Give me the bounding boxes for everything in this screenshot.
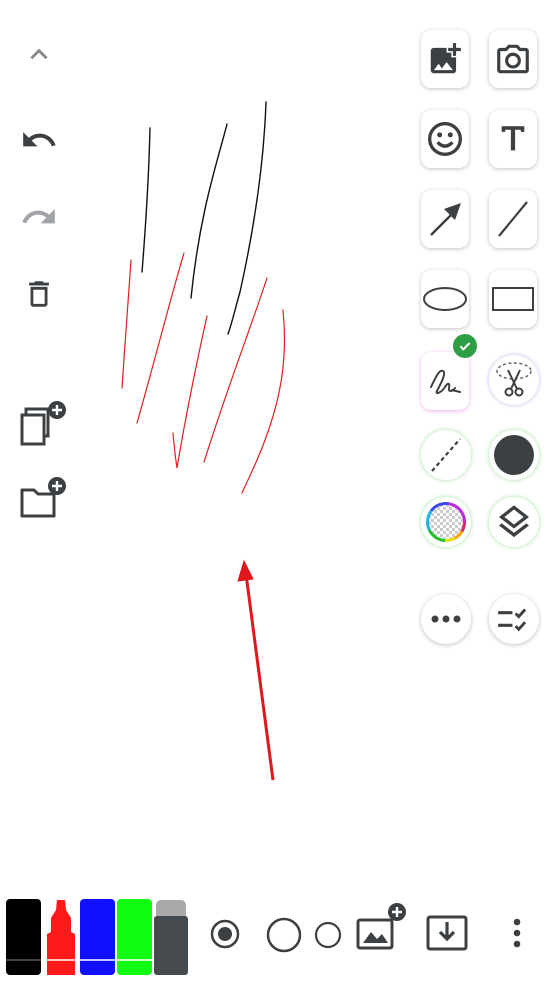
red-stroke-1 xyxy=(121,259,132,389)
ellipse-tool-icon xyxy=(423,287,467,311)
save-download-icon[interactable] xyxy=(425,914,469,954)
lasso-cut-button[interactable] xyxy=(489,355,539,405)
red-arrow xyxy=(237,559,275,781)
selected-check-icon xyxy=(453,334,477,358)
dashed-line-button[interactable] xyxy=(421,430,471,480)
add-page-button[interactable] xyxy=(18,400,70,452)
add-image-button[interactable] xyxy=(421,30,469,88)
arrow-tool-button[interactable] xyxy=(421,190,469,248)
black-strokes xyxy=(141,101,267,335)
checklist-button[interactable] xyxy=(489,594,539,644)
marker-black[interactable] xyxy=(6,898,42,976)
add-background-image-icon[interactable] xyxy=(354,902,410,954)
brush-size-small[interactable] xyxy=(313,920,343,950)
more-tools-button[interactable] xyxy=(421,594,471,644)
drawing-canvas[interactable] xyxy=(0,0,554,890)
lasso-cut-icon xyxy=(496,362,532,397)
layers-icon xyxy=(499,505,529,538)
black-stroke-1 xyxy=(141,127,151,273)
more-icon xyxy=(431,615,461,623)
red-stroke-5 xyxy=(241,309,286,494)
fill-circle-icon xyxy=(494,435,534,475)
red-stroke-2 xyxy=(136,252,185,424)
collapse-up-button[interactable] xyxy=(16,32,62,78)
arrow-tool-icon xyxy=(430,203,461,236)
add-page-icon xyxy=(20,401,66,446)
undo-icon xyxy=(23,132,56,147)
overflow-menu-icon[interactable] xyxy=(508,916,526,952)
marker-red[interactable] xyxy=(43,898,79,976)
redo-icon xyxy=(22,209,55,224)
collapse-up-icon xyxy=(30,48,48,60)
emoji-button[interactable] xyxy=(421,110,469,168)
checklist-icon xyxy=(498,608,527,632)
marker-green[interactable] xyxy=(117,898,153,976)
delete-icon xyxy=(29,281,49,307)
fill-circle-button[interactable] xyxy=(489,430,539,480)
text-tool-button[interactable] xyxy=(489,110,537,168)
camera-button[interactable] xyxy=(489,30,537,88)
rectangle-tool-button[interactable] xyxy=(489,270,537,328)
line-tool-button[interactable] xyxy=(489,190,537,248)
layers-button[interactable] xyxy=(489,497,539,547)
rectangle-tool-icon xyxy=(492,287,534,311)
add-folder-icon xyxy=(20,477,66,518)
marker-blue[interactable] xyxy=(80,898,116,976)
freehand-pen-icon xyxy=(430,369,461,395)
red-strokes xyxy=(121,252,286,494)
ellipse-tool-button[interactable] xyxy=(421,270,469,328)
add-image-icon xyxy=(430,43,461,74)
camera-icon xyxy=(497,44,529,74)
red-stroke-3 xyxy=(172,315,208,469)
text-tool-icon xyxy=(501,126,525,151)
redo-button[interactable] xyxy=(16,194,62,240)
eraser[interactable] xyxy=(154,898,190,976)
color-picker-icon xyxy=(426,502,466,542)
black-stroke-2 xyxy=(190,123,228,299)
add-folder-button[interactable] xyxy=(18,476,70,522)
freehand-pen-button[interactable] xyxy=(421,352,469,410)
line-tool-icon xyxy=(498,201,528,237)
dashed-line-icon xyxy=(431,438,461,472)
bottom-toolbar xyxy=(0,890,554,984)
emoji-icon xyxy=(428,122,462,156)
brush-size-selected-radio[interactable] xyxy=(209,918,241,950)
undo-button[interactable] xyxy=(16,117,62,163)
color-picker-button[interactable] xyxy=(421,497,471,547)
brush-size-large[interactable] xyxy=(265,916,303,954)
delete-button[interactable] xyxy=(16,271,62,317)
